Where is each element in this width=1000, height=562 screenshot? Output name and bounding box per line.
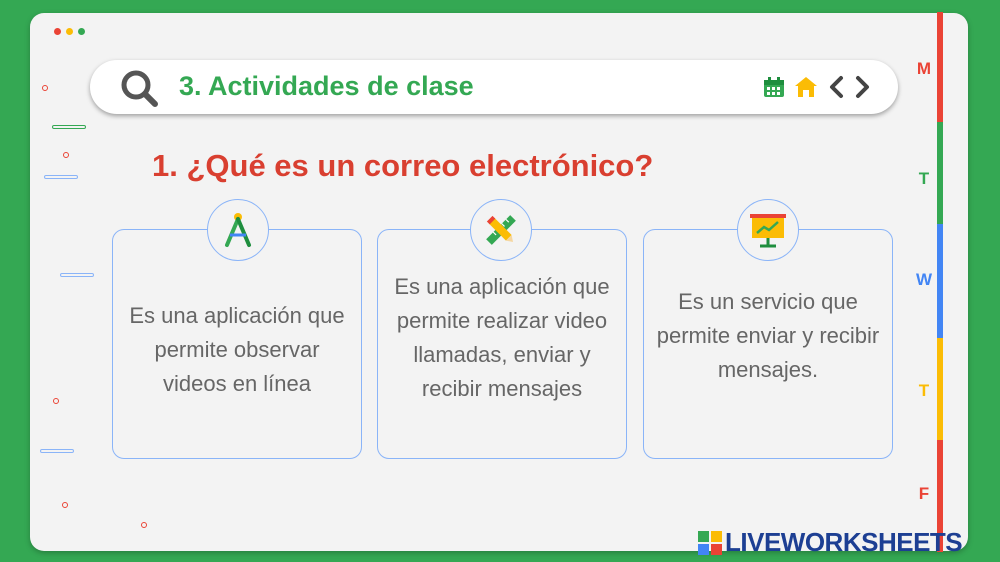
tab-strip-wednesday <box>937 224 943 338</box>
header-bar: 3. Actividades de clase <box>90 60 898 114</box>
option-badge-1 <box>207 199 269 261</box>
option-text: Es una aplicación que permite observar v… <box>129 303 345 396</box>
page-title: 3. Actividades de clase <box>179 71 474 101</box>
calendar-icon[interactable] <box>763 76 785 98</box>
brand-name: LIVEWORKSHEETS <box>725 527 963 557</box>
decor-circle <box>63 152 69 158</box>
green-dot <box>78 28 85 35</box>
chevron-left-icon[interactable] <box>827 75 845 99</box>
option-text: Es un servicio que permite enviar y reci… <box>656 289 880 382</box>
question-title: 1. ¿Qué es un correo electrónico? <box>152 148 654 183</box>
option-card-1[interactable]: Es una aplicación que permite observar v… <box>112 229 362 459</box>
tab-strip-thursday <box>937 338 943 440</box>
tab-wednesday[interactable]: W <box>912 270 936 290</box>
decor-circle <box>62 502 68 508</box>
tab-strip-tuesday <box>937 122 943 224</box>
option-card-3[interactable]: Es un servicio que permite enviar y reci… <box>643 229 893 459</box>
search-icon[interactable] <box>119 68 159 108</box>
decor-circle <box>42 85 48 91</box>
yellow-dot <box>66 28 73 35</box>
drafting-compass-icon <box>225 213 251 247</box>
tab-friday[interactable]: F <box>912 484 936 504</box>
window-dots <box>54 28 85 35</box>
decor-circle <box>141 522 147 528</box>
decor-dash <box>44 175 78 179</box>
option-badge-3 <box>737 199 799 261</box>
option-card-2[interactable]: Es una aplicación que permite realizar v… <box>377 229 627 459</box>
pencil-ruler-icon <box>486 215 516 245</box>
tab-monday[interactable]: M <box>912 59 936 79</box>
red-dot <box>54 28 61 35</box>
presentation-board-icon <box>750 214 786 248</box>
header-nav <box>763 75 872 99</box>
home-icon[interactable] <box>794 76 818 98</box>
tab-tuesday[interactable]: T <box>912 169 936 189</box>
decor-dash <box>60 273 94 277</box>
brand-logo: LIVEWORKSHEETS <box>698 527 963 558</box>
decor-circle <box>53 398 59 404</box>
chevron-right-icon[interactable] <box>854 75 872 99</box>
liveworksheets-logo-icon <box>698 530 722 555</box>
tab-thursday[interactable]: T <box>912 381 936 401</box>
tab-strip-monday <box>937 12 943 122</box>
option-text: Es una aplicación que permite realizar v… <box>394 274 610 401</box>
decor-dash <box>40 449 74 453</box>
decor-dash <box>52 125 86 129</box>
option-badge-2 <box>470 199 532 261</box>
weekday-tabs <box>937 12 945 552</box>
